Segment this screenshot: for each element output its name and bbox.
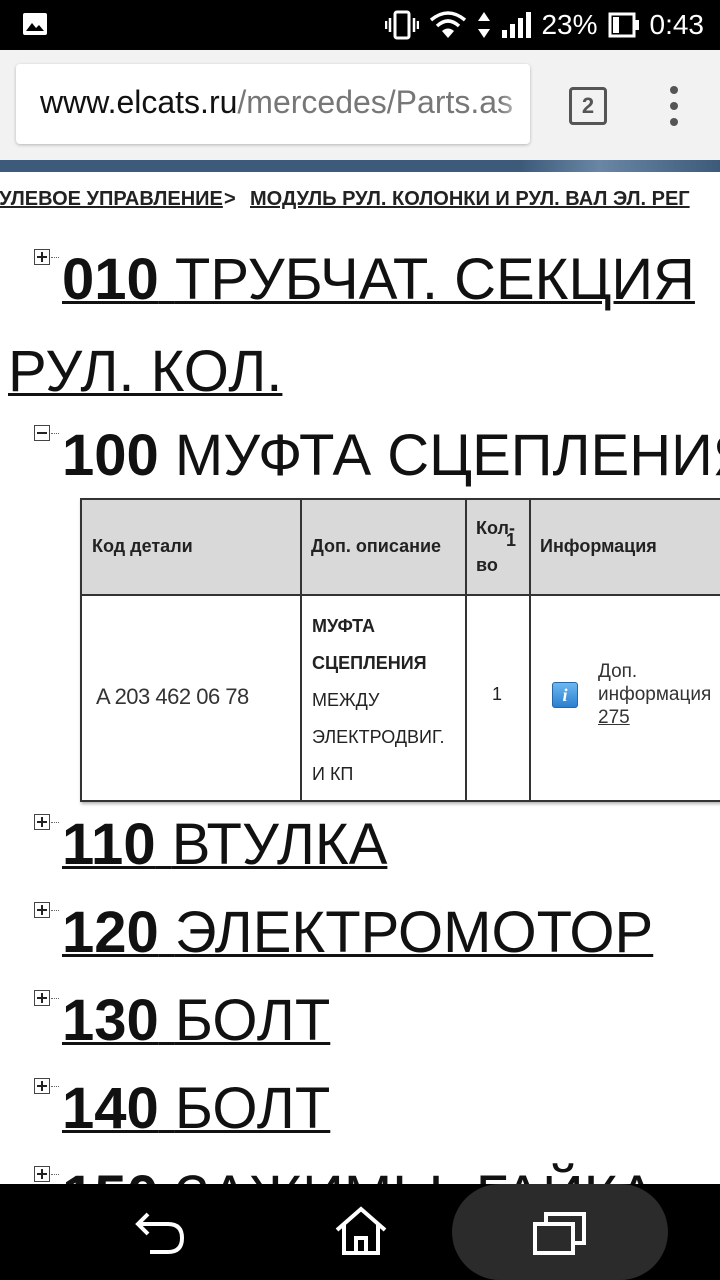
expand-icon[interactable] — [34, 1166, 59, 1182]
battery-icon — [608, 12, 639, 38]
group-120[interactable]: 120 ЭЛЕКТРОМОТОР — [62, 899, 653, 966]
group-010[interactable]: 010 ТРУБЧАТ. СЕКЦИЯ — [62, 246, 695, 313]
group-name: ЭЛЕКТРОМОТОР — [174, 900, 654, 965]
clock: 0:43 — [649, 9, 705, 40]
url-domain: www.elcats.ru — [40, 84, 238, 120]
desc-bold-1: МУФТА — [312, 616, 376, 636]
group-code: 120 — [62, 900, 159, 965]
info-link[interactable]: 275 — [598, 707, 630, 728]
status-bar: 23% 0:43 — [0, 0, 720, 50]
url-bar[interactable]: www.elcats.ru/mercedes/Parts.as — [16, 64, 530, 144]
data-arrows-icon — [478, 12, 491, 38]
desc-bold-2: СЦЕПЛЕНИЯ — [312, 653, 427, 673]
group-110[interactable]: 110 ВТУЛКА — [62, 811, 387, 878]
browser-toolbar: www.elcats.ru/mercedes/Parts.as 2 — [0, 50, 720, 160]
recent-apps-icon[interactable] — [532, 1210, 588, 1256]
breadcrumb-steering-column-module[interactable]: МОДУЛЬ РУЛ. КОЛОНКИ И РУЛ. ВАЛ ЭЛ. РЕГ — [250, 188, 690, 211]
signal-icon — [502, 12, 532, 38]
part-qty: 1 — [492, 684, 503, 704]
group-code: 140 — [62, 1076, 159, 1141]
group-010-name-continued[interactable]: РУЛ. КОЛ. — [8, 338, 282, 405]
collapse-icon[interactable] — [34, 425, 59, 441]
info-line-2: информация — [598, 684, 712, 705]
system-nav-bar — [0, 1184, 720, 1280]
group-name-cont: РУЛ. КОЛ. — [8, 339, 283, 404]
parts-table: Код детали Доп. описание Кол- 1 во Инфор… — [80, 498, 720, 802]
group-code: 110 — [62, 812, 156, 877]
breadcrumb-steering[interactable]: РУЛЕВОЕ УПРАВЛЕНИЕ — [0, 188, 223, 211]
image-notification-icon — [23, 13, 47, 35]
expand-icon[interactable] — [34, 1078, 59, 1094]
info-line-1: Доп. — [598, 661, 638, 682]
url-path: /mercedes/Parts.as — [237, 84, 514, 120]
expand-icon[interactable] — [34, 814, 59, 830]
wifi-icon — [430, 11, 467, 38]
header-extra-desc: Доп. описание — [311, 536, 442, 556]
header-info: Информация — [540, 536, 657, 556]
expand-icon[interactable] — [34, 249, 59, 265]
vibrate-icon — [385, 10, 420, 40]
desc-line-3: И КП — [312, 764, 354, 784]
battery-percent: 23% — [541, 9, 598, 40]
group-100: 100 МУФТА СЦЕПЛЕНИЯ — [62, 422, 720, 489]
expand-icon[interactable] — [34, 902, 59, 918]
home-icon[interactable] — [333, 1206, 389, 1256]
site-header-strip — [0, 160, 720, 172]
overflow-menu-icon[interactable] — [664, 86, 684, 126]
info-icon[interactable]: i — [552, 682, 578, 708]
header-qty-marker: 1 — [506, 530, 517, 550]
group-code: 010 — [62, 247, 159, 312]
tab-count: 2 — [581, 93, 595, 118]
group-130[interactable]: 130 БОЛТ — [62, 987, 330, 1054]
expand-icon[interactable] — [34, 990, 59, 1006]
breadcrumb-separator: > — [224, 188, 236, 210]
part-number[interactable]: A 203 462 06 78 — [96, 684, 249, 710]
back-icon[interactable] — [134, 1210, 186, 1256]
header-part-code: Код детали — [92, 536, 193, 556]
header-qty-line2: во — [476, 555, 498, 575]
desc-line-2: ЭЛЕКТРОДВИГ. — [312, 727, 445, 747]
breadcrumb: РУЛЕВОЕ УПРАВЛЕНИЕ > МОДУЛЬ РУЛ. КОЛОНКИ… — [0, 188, 720, 218]
group-name: БОЛТ — [174, 1076, 331, 1141]
extra-info: Доп. информация 275 — [598, 660, 711, 729]
part-description: МУФТА СЦЕПЛЕНИЯ МЕЖДУ ЭЛЕКТРОДВИГ. И КП — [312, 608, 462, 793]
group-code: 130 — [62, 988, 159, 1053]
group-140[interactable]: 140 БОЛТ — [62, 1075, 330, 1142]
group-name: БОЛТ — [174, 988, 331, 1053]
group-name: ВТУЛКА — [171, 812, 388, 877]
desc-line-1: МЕЖДУ — [312, 690, 380, 710]
group-code: 100 — [62, 423, 159, 488]
tabs-icon[interactable]: 2 — [569, 87, 607, 125]
group-name: ТРУБЧАТ. СЕКЦИЯ — [174, 247, 695, 312]
group-name: МУФТА СЦЕПЛЕНИЯ — [174, 423, 720, 488]
